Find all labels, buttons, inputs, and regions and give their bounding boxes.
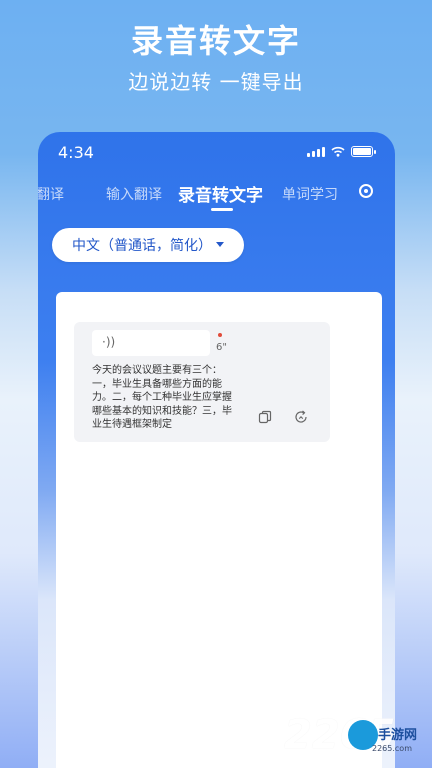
watermark-url: 2265.com <box>372 744 412 753</box>
chevron-down-icon <box>216 242 224 247</box>
language-select[interactable]: 中文（普通话，简化） <box>52 228 244 262</box>
settings-icon[interactable] <box>359 184 373 198</box>
transcript-panel: ·)) 6" 今天的会议议题主要有三个：一，毕业生具备哪些方面的能力。二，每个工… <box>56 292 382 768</box>
status-icons <box>307 146 376 157</box>
tab-bar: 翻译 输入翻译 录音转文字 单词学习 <box>38 178 395 218</box>
audio-duration: 6" <box>216 342 227 353</box>
watermark: 2265 手游网 2265.com <box>280 712 432 768</box>
audio-wave-icon: ·)) <box>102 335 116 349</box>
audio-play-button[interactable]: ·)) <box>92 330 210 356</box>
tab-translate[interactable]: 翻译 <box>38 184 86 204</box>
refresh-icon[interactable] <box>294 410 308 424</box>
battery-icon <box>351 146 376 157</box>
status-time: 4:34 <box>58 143 94 162</box>
status-bar: 4:34 <box>38 132 395 174</box>
promo-subtitle: 边说边转 一键导出 <box>128 70 304 94</box>
transcript-message: ·)) 6" 今天的会议议题主要有三个：一，毕业生具备哪些方面的能力。二，每个工… <box>74 322 330 442</box>
phone-screen: 4:34 翻译 输入翻译 录音转文字 单词学习 中文（普通话，简化） ·)) 6… <box>38 132 395 768</box>
watermark-brand: 手游网 <box>378 728 418 743</box>
tab-audio-to-text[interactable]: 录音转文字 <box>178 181 263 206</box>
language-select-value: 中文（普通话，简化） <box>72 238 212 254</box>
tab-word-study[interactable]: 单词学习 <box>282 184 338 204</box>
unread-dot <box>218 333 222 337</box>
copy-icon[interactable] <box>258 410 272 424</box>
active-tab-indicator <box>211 208 233 211</box>
promo-title: 录音转文字 <box>130 22 301 60</box>
wifi-icon <box>331 146 345 157</box>
signal-icon <box>307 147 325 157</box>
tab-input-translate[interactable]: 输入翻译 <box>106 184 162 204</box>
transcript-text: 今天的会议议题主要有三个：一，毕业生具备哪些方面的能力。二，每个工种毕业生应掌握… <box>92 365 232 430</box>
